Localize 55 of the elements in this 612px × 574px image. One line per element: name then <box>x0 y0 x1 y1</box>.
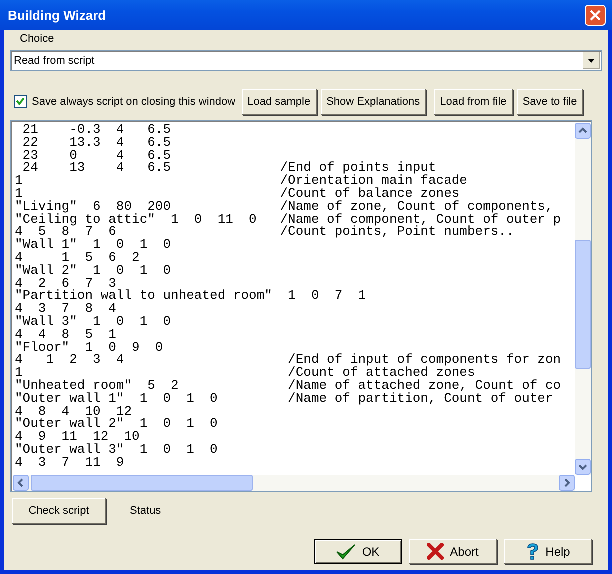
script-line: "Outer wall 2" 1 0 1 0 <box>15 418 219 432</box>
script-line: 23 0 4 6.5 <box>22 150 172 162</box>
choice-label: Choice <box>20 32 56 46</box>
script-line: 4 2 6 7 3 <box>15 278 116 290</box>
script-line: "Wall 3" 1 0 1 0 <box>15 316 172 329</box>
script-line: 4 4 8 5 1 <box>15 328 118 342</box>
script-line: 4 3 7 8 4 <box>15 303 117 316</box>
choice-dropdown[interactable]: Read from script <box>10 50 602 71</box>
cross-icon <box>427 543 444 560</box>
script-line: "Outer wall 3" 1 0 1 0 <box>15 444 219 457</box>
save-always-checkbox[interactable] <box>14 95 27 108</box>
check-script-button[interactable]: Check script <box>12 498 106 524</box>
script-line: "Ceiling to attic" 1 0 11 0 /Name of component, Count of outer p <box>15 214 562 226</box>
toolbar-button[interactable]: Show Explanations <box>320 88 426 114</box>
script-line: "Wall 1" 1 0 1 0 <box>15 239 172 252</box>
scroll-down-icon[interactable] <box>575 459 591 475</box>
save-always-label: Save always script on closing this window <box>32 96 236 108</box>
scroll-thumb[interactable] <box>31 475 253 491</box>
script-line: 1 /Count of attached zones <box>15 367 476 380</box>
dropdown-arrow-icon[interactable] <box>583 52 600 69</box>
script-line: 4 8 4 10 12 <box>15 406 134 418</box>
vertical-scrollbar[interactable] <box>575 123 591 475</box>
script-line: 24 13 4 6.5 /End of points input <box>22 162 436 176</box>
script-editor[interactable] <box>10 120 592 492</box>
scroll-up-icon[interactable] <box>575 123 591 139</box>
checkmark-icon <box>336 542 356 560</box>
script-line: 1 /Orientation main facade <box>15 175 468 188</box>
script-line: 4 3 7 11 9 <box>15 456 126 470</box>
question-mark-icon <box>526 542 540 560</box>
window-title: Building Wizard <box>8 8 106 22</box>
script-line: "Living" 6 80 200 /Name of zone, Count of components, <box>15 200 554 214</box>
dialog-button[interactable]: Help <box>504 539 592 564</box>
dialog-button[interactable]: OK <box>314 539 402 564</box>
script-line: "Unheated room" 5 2 /Name of attached zone, Count of co <box>15 380 562 393</box>
toolbar-button[interactable]: Load sample <box>242 88 317 114</box>
script-line: 4 1 5 6 2 <box>15 252 141 265</box>
script-line: 4 1 2 3 4 /End of input of components for zon <box>15 354 562 368</box>
script-line: 22 13.3 4 6.5 <box>22 136 172 150</box>
script-line: "Wall 2" 1 0 1 0 <box>15 264 172 278</box>
script-line: 1 /Count of balance zones <box>15 188 461 201</box>
scroll-left-icon[interactable] <box>13 475 29 491</box>
dialog-button[interactable]: Abort <box>409 539 497 564</box>
status-label: Status <box>130 505 162 517</box>
scroll-right-icon[interactable] <box>559 475 575 491</box>
horizontal-scrollbar[interactable] <box>13 475 575 491</box>
scroll-thumb[interactable] <box>575 240 591 369</box>
toolbar-button[interactable]: Load from file <box>434 88 513 114</box>
close-icon[interactable] <box>585 4 606 26</box>
script-line: 4 9 11 12 10 <box>15 431 141 444</box>
toolbar-button[interactable]: Save to file <box>516 88 584 114</box>
script-line: 4 5 8 7 6 /Count points, Point numbers.. <box>15 226 516 240</box>
script-line: "Partition wall to unheated room" 1 0 7 1 <box>15 290 368 304</box>
script-line: "Outer wall 1" 1 0 1 0 /Name of partition, Count of outer <box>15 392 554 406</box>
script-line: 21 -0.3 4 6.5 <box>22 124 172 137</box>
script-line: "Floor" 1 0 9 0 <box>15 342 164 354</box>
